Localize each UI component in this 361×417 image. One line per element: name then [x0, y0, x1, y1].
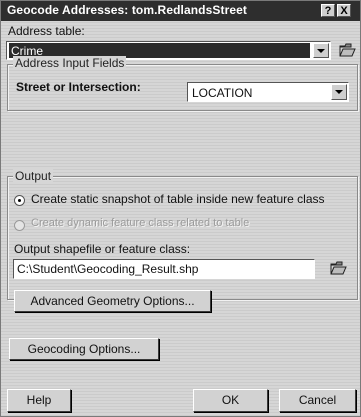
open-folder-icon[interactable]	[329, 258, 349, 278]
dropdown-arrow-icon[interactable]	[313, 43, 329, 58]
close-x-icon[interactable]: X	[337, 4, 351, 17]
geocoding-options-button[interactable]: Geocoding Options...	[9, 338, 159, 360]
help-question-icon[interactable]: ?	[321, 4, 335, 17]
address-table-label: Address table:	[8, 24, 85, 38]
street-intersection-label: Street or Intersection:	[16, 80, 141, 94]
title-bar[interactable]: Geocode Addresses: tom.RedlandsStreet ? …	[1, 1, 360, 21]
output-shapefile-field[interactable]: C:\Student\Geocoding_Result.shp	[13, 259, 315, 279]
window-title: Geocode Addresses: tom.RedlandsStreet	[7, 3, 247, 17]
help-button[interactable]: Help	[7, 389, 71, 412]
static-snapshot-radio[interactable]	[14, 195, 25, 206]
dropdown-arrow-icon[interactable]	[331, 84, 347, 100]
output-title: Output	[13, 169, 54, 183]
advanced-geometry-options-button[interactable]: Advanced Geometry Options...	[14, 290, 211, 312]
geocode-addresses-dialog: Geocode Addresses: tom.RedlandsStreet ? …	[0, 0, 361, 417]
street-intersection-value: LOCATION	[192, 86, 253, 100]
dynamic-feature-label: Create dynamic feature class related to …	[31, 217, 250, 229]
cancel-button[interactable]: Cancel	[279, 389, 356, 412]
static-snapshot-label: Create static snapshot of table inside n…	[31, 192, 325, 206]
address-input-fields-title: Address Input Fields	[13, 56, 127, 70]
output-shapefile-label: Output shapefile or feature class:	[14, 242, 191, 256]
street-intersection-select[interactable]: LOCATION	[187, 82, 349, 102]
dynamic-feature-radio[interactable]	[14, 220, 25, 231]
ok-button[interactable]: OK	[193, 389, 268, 412]
open-folder-icon[interactable]	[338, 40, 358, 60]
